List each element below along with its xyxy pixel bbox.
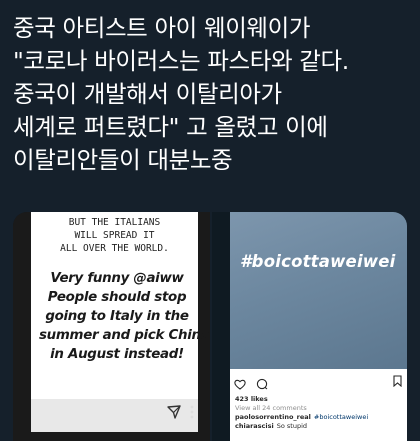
headline-line-5: 이탈리안들이 대분노중 [13,146,233,174]
comment-icon [256,375,268,394]
headline-line-3: 중국이 개발해서 이탈리아가 [13,80,282,108]
send-icon [167,405,181,419]
likes-count: 423 likes [235,395,268,403]
comment-text: #boicottaweiwei [313,413,369,421]
story-comment: Very funny @aiww People should stop goin… [39,269,210,364]
hashtag-text: #boicottaweiwei [240,252,396,271]
instagram-post-footer: 423 likes View all 24 comments paolosorr… [230,369,407,441]
comment-text: So stupid [276,422,308,430]
story-caption-line: ALL OVER THE WORLD. [60,243,169,254]
story-comment-line: in August instead! [50,347,184,362]
story-caption-line: BUT THE ITALIANS [68,217,161,228]
story-comment-line: going to Italy in the [45,309,189,324]
comment-row: chiarascisi So stupid [235,422,307,430]
headline-line-1: 중국 아티스트 아이 웨이웨이가 [13,14,311,42]
headline-line-2: "코로나 바이러스는 파스타와 같다. [13,47,349,75]
more-options-icon [190,405,194,419]
view-comments-link: View all 24 comments [235,404,307,412]
tweet-media-grid: BUT THE ITALIANS WILL SPREAD IT ALL OVER… [13,212,407,441]
comment-username: paolosorrentino_real [235,413,311,421]
story-comment-line: Very funny @aiww [50,271,184,286]
headline-line-4: 세계로 퍼트렸다" 고 올렸고 이에 [13,113,328,141]
media-right-image[interactable]: #boicottaweiwei 423 likes View all 24 co… [212,212,407,441]
story-comment-line: People should stop [47,290,187,305]
post-actions [234,375,273,390]
media-left-image[interactable]: BUT THE ITALIANS WILL SPREAD IT ALL OVER… [13,212,210,441]
heart-icon [234,375,246,394]
bookmark-icon [393,375,402,387]
story-comment-line: summer and pick China [39,328,210,343]
instagram-story-screenshot: BUT THE ITALIANS WILL SPREAD IT ALL OVER… [31,212,210,432]
comment-username: chiarascisi [235,422,274,430]
story-caption-line: WILL SPREAD IT [74,230,155,241]
instagram-post-photo: #boicottaweiwei [230,212,407,369]
story-caption: BUT THE ITALIANS WILL SPREAD IT ALL OVER… [31,216,198,255]
comment-row: paolosorrentino_real #boicottaweiwei [235,413,368,421]
tweet-text: 중국 아티스트 아이 웨이웨이가 "코로나 바이러스는 파스타와 같다. 중국이… [13,12,413,177]
